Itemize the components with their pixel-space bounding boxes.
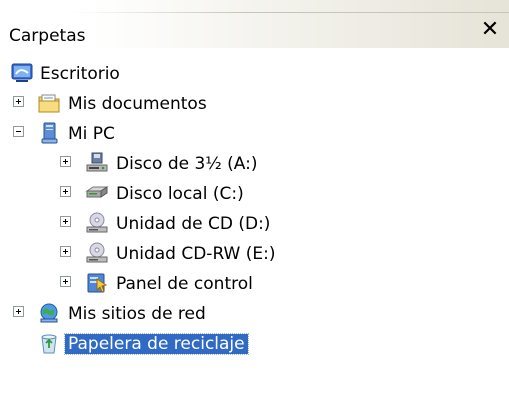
tree-item-unidad-cd[interactable]: Unidad de CD (D:) [0,208,480,238]
network-places-icon [37,301,61,325]
expand-plus-icon[interactable] [60,276,71,287]
cd-drive-icon [85,241,109,265]
tree-item-label: Panel de control [116,274,253,294]
tree-item-label: Disco de 3½ (A:) [116,154,258,174]
header-divider [70,12,509,13]
folders-panel-header: Carpetas ✕ [0,0,509,48]
tree-item-label: Disco local (C:) [116,184,244,204]
expand-plus-icon[interactable] [60,246,71,257]
tree-item-mi-pc[interactable]: Mi PC [0,118,480,148]
tree-item-mis-documentos[interactable]: Mis documentos [0,88,480,118]
panel-title: Carpetas [9,26,86,46]
tree-item-disco-c[interactable]: Disco local (C:) [0,178,480,208]
tree-item-mis-sitios-red[interactable]: Mis sitios de red [0,298,480,328]
computer-icon [37,121,61,145]
tree-item-label-selected: Papelera de reciclaje [64,333,249,355]
tree-item-disco-a[interactable]: Disco de 3½ (A:) [0,148,480,178]
cd-drive-icon [85,211,109,235]
tree-item-unidad-cd-rw[interactable]: Unidad CD-RW (E:) [0,238,480,268]
expand-plus-icon[interactable] [13,306,24,317]
expand-plus-icon[interactable] [60,156,71,167]
tree-item-label: Unidad CD-RW (E:) [116,244,276,264]
expand-plus-icon[interactable] [60,216,71,227]
tree-item-label: Mis sitios de red [68,304,206,324]
control-panel-icon [85,271,109,295]
tree-item-label: Escritorio [40,64,120,84]
close-button[interactable]: ✕ [478,18,502,42]
tree-item-papelera[interactable]: Papelera de reciclaje [0,328,480,358]
expand-plus-icon[interactable] [13,96,24,107]
tree-item-escritorio[interactable]: Escritorio [0,58,480,88]
recycle-bin-icon [37,331,61,355]
floppy-drive-icon [85,151,109,175]
tree-item-panel-control[interactable]: Panel de control [0,268,480,298]
tree-item-label: Mi PC [68,124,115,144]
folder-documents-icon [37,91,61,115]
tree-item-label: Mis documentos [68,94,207,114]
hard-disk-icon [85,181,109,205]
expand-plus-icon[interactable] [60,186,71,197]
collapse-minus-icon[interactable] [13,126,24,137]
desktop-icon [10,61,34,85]
tree-item-label: Unidad de CD (D:) [116,214,271,234]
